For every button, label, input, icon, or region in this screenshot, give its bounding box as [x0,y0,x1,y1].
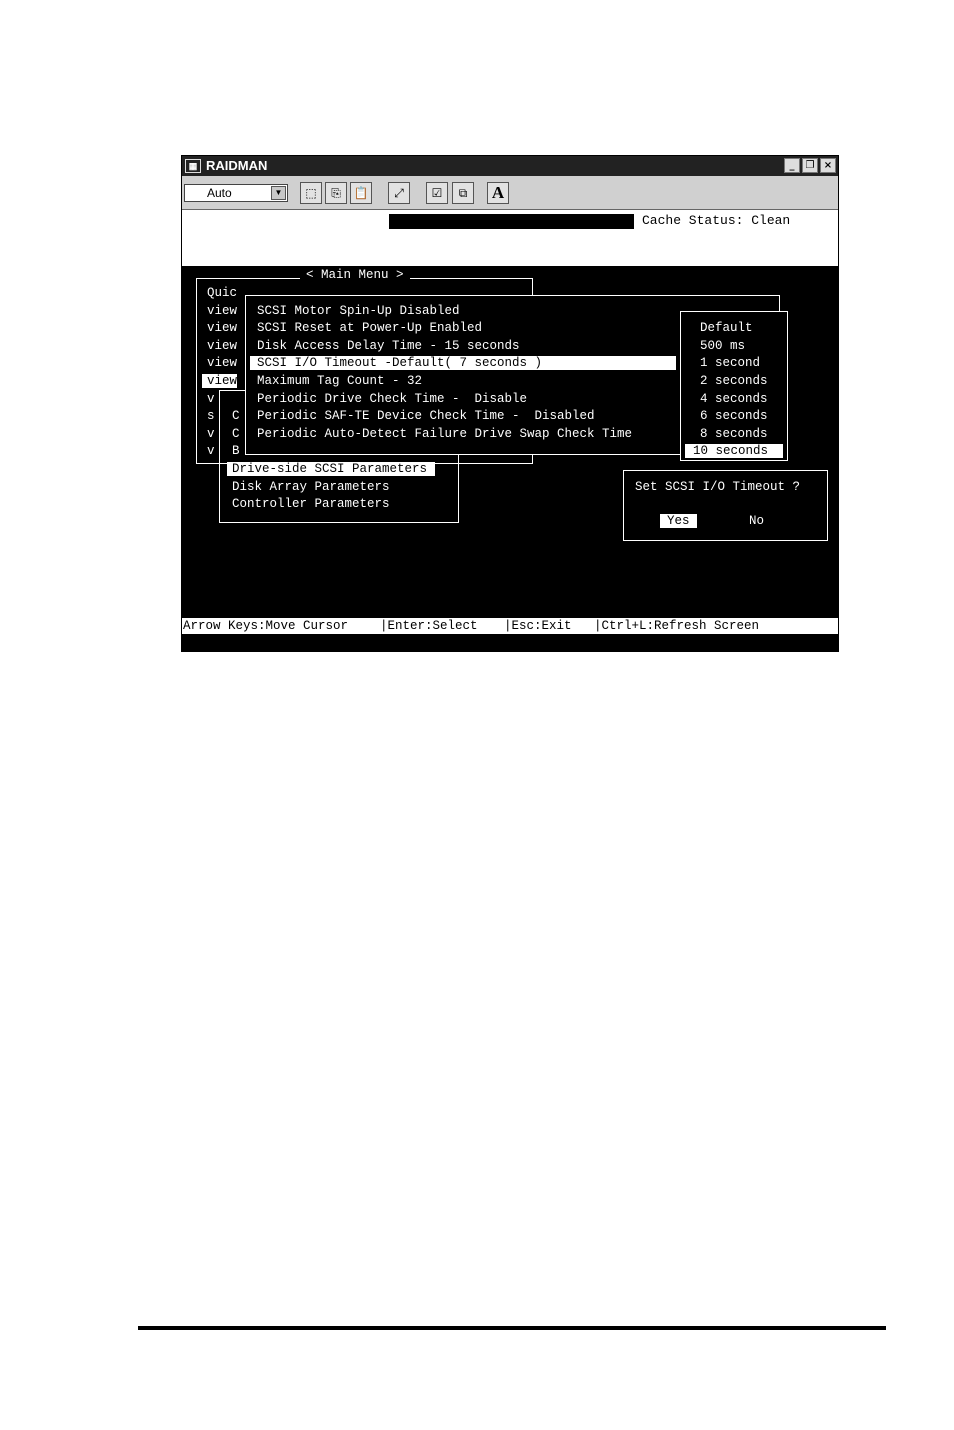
help-enter: |Enter:Select [380,619,478,633]
timeout-option[interactable]: 500 ms [700,339,745,353]
config-fragment-c[interactable]: C [232,427,240,441]
config-fragment-b[interactable]: B [232,444,240,458]
config-item-drive-side[interactable]: Drive-side SCSI Parameters [227,462,436,476]
controller-name-bar [389,214,634,229]
menu-fragment-v[interactable]: v [207,392,215,406]
properties-icon[interactable]: ☑ [426,182,448,204]
window-title: RAIDMAN [206,158,268,173]
help-esc: |Esc:Exit [504,619,572,633]
close-button[interactable]: × [820,158,836,173]
menu-fragment-view[interactable]: view [207,339,237,353]
page-footer-rule [138,1326,886,1330]
timeout-option[interactable]: 8 seconds [700,427,768,441]
config-item-disk-array[interactable]: Disk Array Parameters [232,480,390,494]
param-item[interactable]: Periodic Auto-Detect Failure Drive Swap … [257,427,632,441]
menu-fragment-view[interactable]: view [207,356,237,370]
timeout-option[interactable]: 6 seconds [700,409,768,423]
yes-button[interactable]: Yes [660,514,697,528]
param-item[interactable]: SCSI Motor Spin-Up Disabled [257,304,460,318]
copy-icon[interactable]: ⎘ [325,182,347,204]
font-size-value: Auto [207,186,232,200]
param-item[interactable]: Disk Access Delay Time - 15 seconds [257,339,520,353]
cache-status: Cache Status: Clean [642,213,791,228]
menu-fragment-v[interactable]: v [207,444,215,458]
menu-fragment-quick[interactable]: Quic [207,286,237,300]
timeout-option[interactable]: 1 second [700,356,760,370]
config-fragment-c[interactable]: C [232,409,240,423]
menu-fragment-view[interactable]: view [207,304,237,318]
menu-fragment-s[interactable]: s [207,409,215,423]
minimize-button[interactable]: _ [784,158,800,173]
param-item[interactable]: Periodic SAF-TE Device Check Time - Disa… [257,409,595,423]
font-size-select[interactable]: Auto ▼ [184,184,288,202]
raidman-window: ▦ RAIDMAN _ ❐ × Auto ▼ ⬚ ⎘ 📋 ⤢ ☑ ⧉ A Cac… [181,155,839,652]
param-item-selected[interactable]: SCSI I/O Timeout -Default( 7 seconds ) [250,356,676,370]
raidman-icon[interactable]: ▦ [185,159,201,173]
select-icon[interactable]: ⬚ [300,182,322,204]
timeout-option[interactable]: 4 seconds [700,392,768,406]
status-area: Cache Status: Clean [182,210,838,266]
help-refresh: |Ctrl+L:Refresh Screen [594,619,760,633]
no-button[interactable]: No [749,514,764,528]
help-arrow-keys: Arrow Keys:Move Cursor [183,619,349,633]
dropdown-arrow-icon[interactable]: ▼ [271,186,286,200]
param-item[interactable]: SCSI Reset at Power-Up Enabled [257,321,482,335]
title-bar[interactable]: ▦ RAIDMAN _ ❐ × [182,156,838,176]
param-item[interactable]: Maximum Tag Count - 32 [257,374,422,388]
menu-fragment-v[interactable]: v [207,427,215,441]
timeout-option[interactable]: Default [700,321,753,335]
bottom-bar [182,634,838,651]
timeout-option-selected[interactable]: 10 seconds [685,444,783,458]
main-menu-title: < Main Menu > [300,268,410,282]
toolbar: Auto ▼ ⬚ ⎘ 📋 ⤢ ☑ ⧉ A [182,176,838,210]
confirm-prompt: Set SCSI I/O Timeout ? [635,480,801,494]
paste-icon[interactable]: 📋 [350,182,372,204]
maximize-button[interactable]: ❐ [802,158,818,173]
terminal-screen: < Main Menu > Quic view view view view v… [182,266,838,618]
param-item[interactable]: Periodic Drive Check Time - Disable [257,392,527,406]
fullscreen-icon[interactable]: ⤢ [388,182,410,204]
font-icon[interactable]: A [487,182,509,204]
menu-fragment-view-selected[interactable]: view [202,374,238,388]
background-icon[interactable]: ⧉ [452,182,474,204]
timeout-option[interactable]: 2 seconds [700,374,768,388]
key-help-bar: Arrow Keys:Move Cursor |Enter:Select |Es… [182,618,838,634]
menu-fragment-view[interactable]: view [207,321,237,335]
config-item-controller[interactable]: Controller Parameters [232,497,390,511]
